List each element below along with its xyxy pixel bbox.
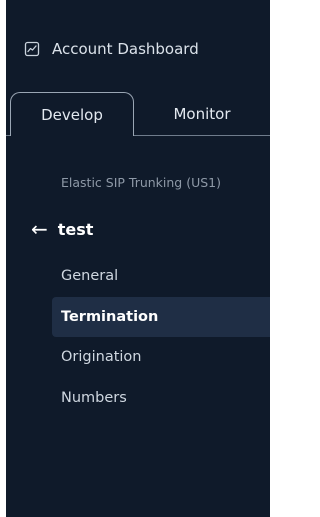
nav-item-label: Origination — [61, 349, 142, 365]
tab-monitor[interactable]: Monitor — [140, 92, 264, 136]
tab-monitor-label: Monitor — [173, 105, 231, 123]
sidebar: Account Dashboard Develop Monitor Elasti… — [6, 0, 270, 517]
arrow-left-icon: ← — [31, 217, 48, 241]
nav-item-label: Termination — [61, 309, 159, 325]
nav-item-numbers[interactable]: Numbers — [6, 378, 270, 418]
nav-item-label: General — [61, 268, 119, 284]
back-button[interactable]: ← test — [31, 218, 93, 240]
tab-develop-label: Develop — [41, 105, 103, 124]
trunk-name: test — [57, 219, 94, 239]
account-dashboard-link[interactable]: Account Dashboard — [24, 38, 199, 60]
nav-item-termination[interactable]: Termination — [52, 297, 270, 337]
nav-item-general[interactable]: General — [6, 256, 270, 296]
nav-item-label: Numbers — [61, 390, 127, 406]
product-label: Elastic SIP Trunking (US1) — [61, 175, 222, 190]
nav-item-origination[interactable]: Origination — [6, 337, 270, 377]
tab-bar: Develop Monitor — [6, 92, 270, 136]
account-dashboard-label: Account Dashboard — [52, 40, 199, 58]
chart-icon — [24, 41, 40, 57]
tab-develop[interactable]: Develop — [10, 92, 134, 136]
